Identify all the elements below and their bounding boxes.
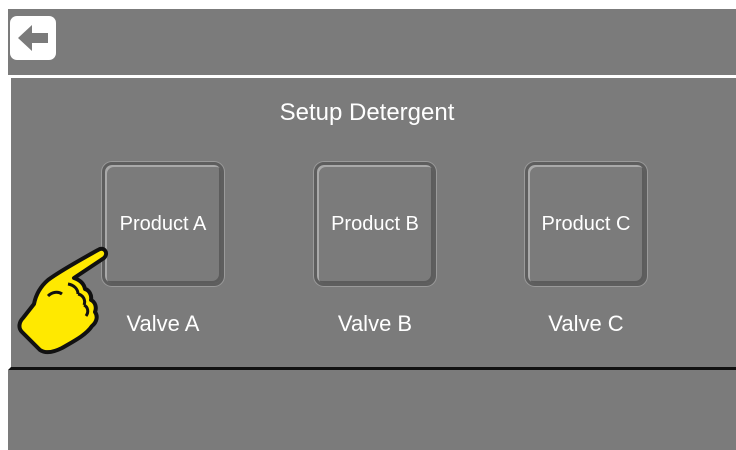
hmi-screen: Setup Detergent Product A Valve A Produc…	[8, 9, 736, 450]
pointing-hand-icon	[17, 246, 109, 355]
top-bar	[8, 9, 736, 75]
product-b-label: Product B	[331, 212, 419, 235]
product-c-label: Product C	[541, 212, 631, 235]
product-c-button[interactable]: Product C	[525, 162, 647, 286]
valve-b-label: Valve B	[337, 311, 413, 336]
valve-a-label: Valve A	[126, 311, 200, 336]
page-title: Setup Detergent	[279, 99, 455, 126]
product-a-label: Product A	[119, 212, 207, 235]
setup-panel: Setup Detergent Product A Valve A Produc…	[8, 75, 736, 370]
product-b-button[interactable]: Product B	[314, 162, 436, 286]
back-button[interactable]	[10, 16, 56, 60]
valve-c-label: Valve C	[548, 311, 624, 336]
arrow-left-icon	[18, 25, 48, 51]
product-a-button[interactable]: Product A	[102, 162, 224, 286]
